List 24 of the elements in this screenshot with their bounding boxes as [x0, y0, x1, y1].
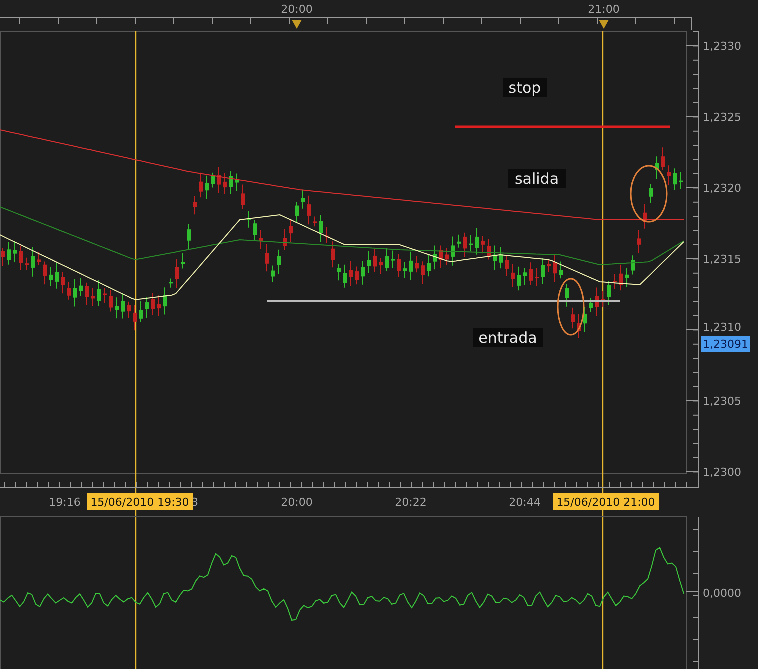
current-price-badge: 1,23091 [701, 336, 750, 352]
price-label: 1,2300 [703, 466, 742, 479]
time-marker-icon [292, 20, 302, 29]
time-marker-icon [599, 20, 609, 29]
price-label: 1,2330 [703, 40, 742, 53]
time-marker-badge: 15/06/2010 21:00 [553, 493, 659, 510]
time-label: 19:16 [49, 496, 81, 509]
price-label: 1,2305 [703, 395, 742, 408]
time-marker-badge: 15/06/2010 19:30 [87, 493, 193, 510]
time-label: 21:00 [588, 3, 620, 16]
time-label: 20:00 [281, 496, 313, 509]
annotation-label: salida [508, 169, 566, 188]
highlight-ellipse [557, 278, 585, 336]
time-label: 20:22 [395, 496, 427, 509]
time-label: 20:00 [281, 3, 313, 16]
annotation-label: stop [503, 78, 547, 97]
indicator-label: 0,0000 [703, 587, 742, 600]
price-label: 1,2320 [703, 182, 742, 195]
annotation-label: entrada [473, 328, 543, 347]
price-label: 1,2315 [703, 253, 742, 266]
time-label: 20:44 [509, 496, 541, 509]
highlight-ellipse [630, 165, 668, 223]
price-label: 1,2310 [703, 321, 742, 334]
price-label: 1,2325 [703, 111, 742, 124]
